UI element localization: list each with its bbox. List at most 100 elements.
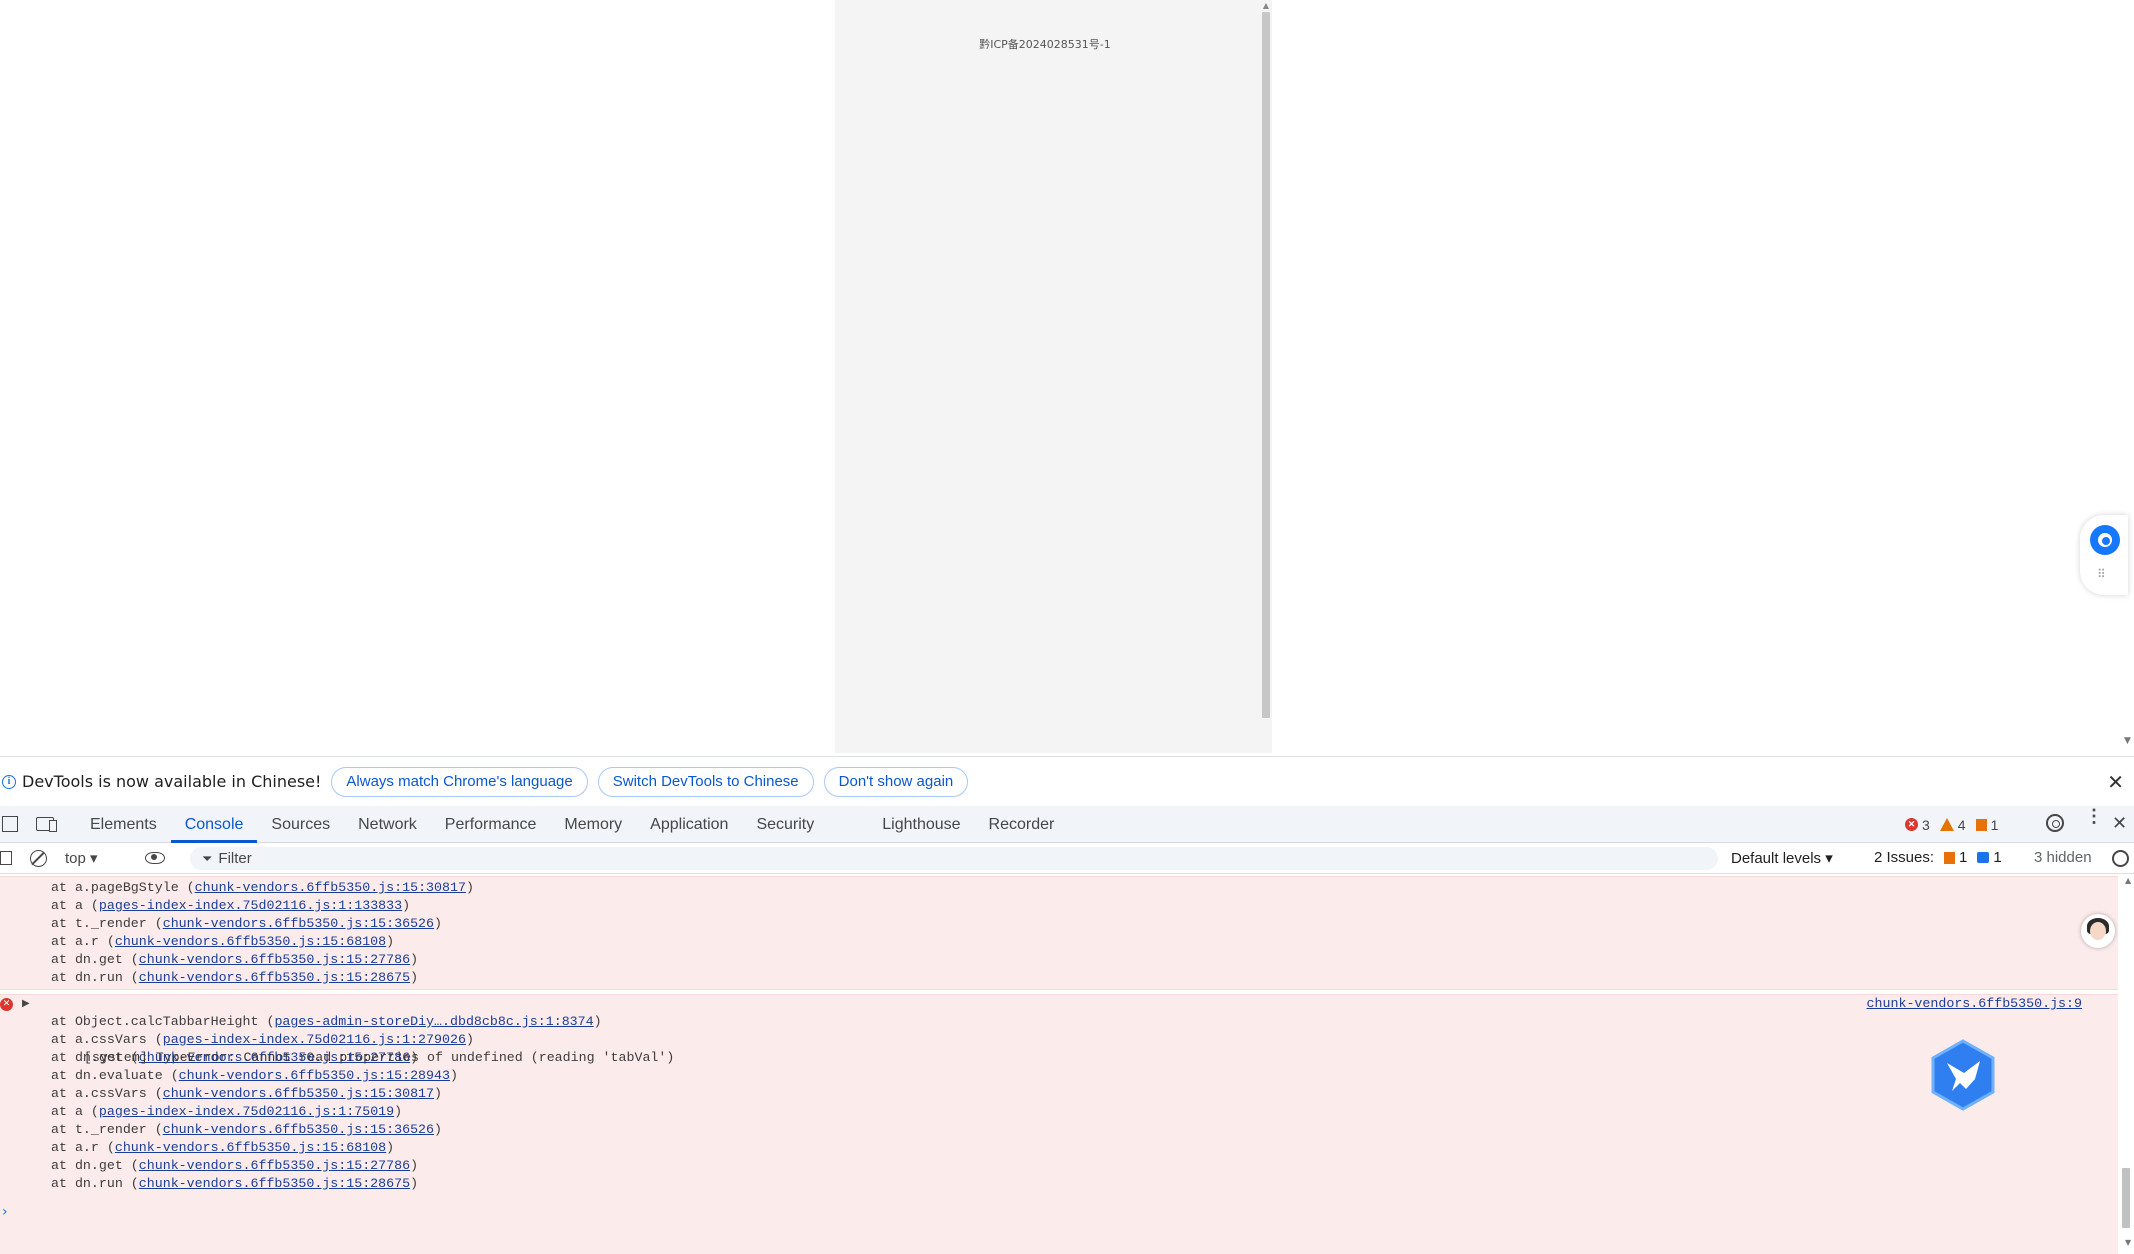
- warning-icon: [1939, 818, 1954, 831]
- context-selector[interactable]: top ▾: [65, 849, 123, 867]
- stack-frame-suffix: ): [386, 934, 395, 949]
- more-options-icon[interactable]: ⋮: [2085, 807, 2103, 825]
- stack-frame-line: at dn.run (chunk-vendors.6ffb5350.js:15:…: [0, 1175, 2118, 1193]
- stack-frame-text: at a.pageBgStyle (: [51, 880, 195, 895]
- console-scroll-thumb[interactable]: [2122, 1168, 2130, 1228]
- stack-frame-link[interactable]: chunk-vendors.6ffb5350.js:15:36526: [163, 916, 434, 931]
- sidebar-toggle-icon[interactable]: [0, 851, 12, 865]
- drag-grip-icon[interactable]: ⠿: [2097, 567, 2106, 581]
- stack-frame-line: at a.cssVars (pages-index-index.75d02116…: [0, 1031, 2118, 1049]
- stack-frame-line: at dn.get (chunk-vendors.6ffb5350.js:15:…: [0, 1157, 2118, 1175]
- chat-bubble-icon[interactable]: [2090, 525, 2120, 555]
- tab-lighthouse[interactable]: Lighthouse: [868, 806, 974, 843]
- mobile-preview-frame[interactable]: 黔ICP备2024028531号-1: [835, 0, 1272, 753]
- stack-frame-link[interactable]: chunk-vendors.6ffb5350.js:15:36526: [163, 1122, 434, 1137]
- expand-triangle-icon[interactable]: ▶: [22, 995, 30, 1013]
- stack-frame-line: at a (pages-index-index.75d02116.js:1:13…: [0, 897, 2118, 915]
- console-error-message: ✕ ▶ [system] TypeError: Cannot read prop…: [0, 994, 2118, 1254]
- device-toolbar-icon[interactable]: [36, 817, 57, 832]
- stack-frame-line: at t._render (chunk-vendors.6ffb5350.js:…: [0, 915, 2118, 933]
- issues-counter[interactable]: 2 Issues: 1 1: [1874, 849, 2002, 866]
- stack-frame-link[interactable]: chunk-vendors.6ffb5350.js:15:28675: [139, 970, 410, 985]
- stack-frame-suffix: ): [410, 970, 419, 985]
- stack-frame-link[interactable]: chunk-vendors.6ffb5350.js:15:30817: [195, 880, 466, 895]
- stack-frame-link[interactable]: chunk-vendors.6ffb5350.js:15:30817: [163, 1086, 434, 1101]
- always-match-language-button[interactable]: Always match Chrome's language: [331, 766, 588, 797]
- issue-flag-icon: [1944, 851, 1956, 864]
- hidden-count[interactable]: 3 hidden: [2034, 849, 2092, 866]
- console-error-message: at a.pageBgStyle (chunk-vendors.6ffb5350…: [0, 876, 2118, 990]
- message-counters[interactable]: ✕ 3 4 1: [1905, 806, 1998, 843]
- stack-frame-link[interactable]: chunk-vendors.6ffb5350.js:15:68108: [115, 1140, 386, 1155]
- filter-placeholder: Filter: [218, 850, 252, 867]
- stack-frame-link[interactable]: chunk-vendors.6ffb5350.js:15:28943: [179, 1068, 450, 1083]
- tab-performance[interactable]: Performance: [431, 806, 551, 843]
- tab-recorder[interactable]: Recorder: [975, 806, 1069, 843]
- tab-memory[interactable]: Memory: [550, 806, 636, 843]
- stack-frame-suffix: ): [465, 1032, 474, 1047]
- scroll-up-arrow-icon[interactable]: ▲: [2125, 876, 2131, 885]
- tab-network[interactable]: Network: [344, 806, 431, 843]
- stack-frame-text: at dn.run (: [51, 970, 139, 985]
- issue-count: 1: [1990, 816, 1999, 833]
- filter-input[interactable]: ⏷ Filter: [190, 847, 1718, 870]
- scroll-up-arrow-icon[interactable]: ▲: [1262, 2, 1270, 10]
- settings-gear-icon[interactable]: [2046, 814, 2064, 832]
- switch-to-chinese-button[interactable]: Switch DevTools to Chinese: [597, 766, 814, 797]
- stack-frame-text: at dn.get (: [51, 952, 139, 967]
- tab-elements[interactable]: Elements: [76, 806, 171, 843]
- stack-frame-text: at a (: [51, 1104, 99, 1119]
- page-scrollbar[interactable]: [2120, 0, 2134, 755]
- stack-frame-link[interactable]: pages-admin-storeDiy….dbd8cb8c.js:1:8374: [274, 1014, 593, 1029]
- issues-label: 2 Issues:: [1874, 849, 1935, 866]
- console-messages: at a.pageBgStyle (chunk-vendors.6ffb5350…: [0, 874, 2120, 1254]
- stack-frame-line: at t._render (chunk-vendors.6ffb5350.js:…: [0, 1121, 2118, 1139]
- dont-show-again-button[interactable]: Don't show again: [823, 766, 969, 797]
- infobar-message: DevTools is now available in Chinese!: [22, 772, 322, 791]
- log-levels-dropdown[interactable]: Default levels ▾: [1731, 849, 1833, 867]
- preview-scrollbar[interactable]: [1262, 12, 1270, 718]
- tab-application[interactable]: Application: [636, 806, 742, 843]
- bird-logo-icon[interactable]: [1930, 1039, 1996, 1111]
- close-devtools-icon[interactable]: ✕: [2112, 813, 2127, 834]
- floating-chat-widget[interactable]: ⠿: [2080, 515, 2128, 595]
- stack-frame-link[interactable]: pages-index-index.75d02116.js:1:75019: [99, 1104, 394, 1119]
- stack-frame-link[interactable]: chunk-vendors.6ffb5350.js:15:28675: [139, 1176, 410, 1191]
- scroll-down-arrow-icon[interactable]: ▼: [2124, 736, 2131, 746]
- devtools-tabbar: Elements Console Sources Network Perform…: [0, 806, 2134, 843]
- scroll-down-arrow-icon[interactable]: ▼: [2125, 1238, 2131, 1247]
- stack-frame-link[interactable]: chunk-vendors.6ffb5350.js:15:68108: [115, 934, 386, 949]
- console-toolbar: top ▾ ⏷ Filter Default levels ▾ 2 Issues…: [0, 843, 2134, 874]
- error-header-line[interactable]: ✕ ▶ [system] TypeError: Cannot read prop…: [0, 995, 2118, 1065]
- live-expression-eye-icon[interactable]: [145, 852, 165, 864]
- issue-flag-icon: [1975, 818, 1987, 831]
- error-icon: ✕: [0, 998, 13, 1011]
- warning-count: 4: [1957, 816, 1966, 833]
- console-settings-gear-icon[interactable]: [2112, 850, 2129, 867]
- stack-frame-suffix: ): [434, 916, 443, 931]
- stack-frame-suffix: ): [394, 1104, 403, 1119]
- stack-frame-line: at dn.evaluate (chunk-vendors.6ffb5350.j…: [0, 1067, 2118, 1085]
- inspect-element-icon[interactable]: [2, 816, 18, 832]
- stack-frame-line: at Object.calcTabbarHeight (pages-admin-…: [0, 1013, 2118, 1031]
- tab-security[interactable]: Security: [742, 806, 828, 843]
- close-icon[interactable]: ✕: [2107, 770, 2124, 794]
- stack-frame-link[interactable]: pages-index-index.75d02116.js:1:279026: [163, 1032, 466, 1047]
- stack-frame-link[interactable]: pages-index-index.75d02116.js:1:133833: [99, 898, 402, 913]
- stack-frame-suffix: ): [465, 880, 474, 895]
- source-link[interactable]: chunk-vendors.6ffb5350.js:9: [1867, 995, 2082, 1013]
- stack-frame-line: at dn.get (chunk-vendors.6ffb5350.js:15:…: [0, 951, 2118, 969]
- stack-frame-suffix: ): [593, 1014, 602, 1029]
- clear-console-icon[interactable]: [30, 849, 47, 867]
- console-prompt[interactable]: ›: [2, 1204, 8, 1220]
- stack-frame-text: at a.r (: [51, 934, 115, 949]
- tab-sources[interactable]: Sources: [257, 806, 344, 843]
- assistant-avatar[interactable]: [2081, 914, 2115, 948]
- avatar-face: [2090, 922, 2106, 940]
- stack-frame-link[interactable]: chunk-vendors.6ffb5350.js:15:27786: [139, 1158, 410, 1173]
- stack-frame-text: at a (: [51, 898, 99, 913]
- page-viewport: 黔ICP备2024028531号-1 ▲ ▼ ⠿: [0, 0, 2134, 755]
- tab-console[interactable]: Console: [170, 806, 258, 843]
- icp-license-text[interactable]: 黔ICP备2024028531号-1: [835, 36, 1255, 52]
- stack-frame-link[interactable]: chunk-vendors.6ffb5350.js:15:27786: [139, 952, 410, 967]
